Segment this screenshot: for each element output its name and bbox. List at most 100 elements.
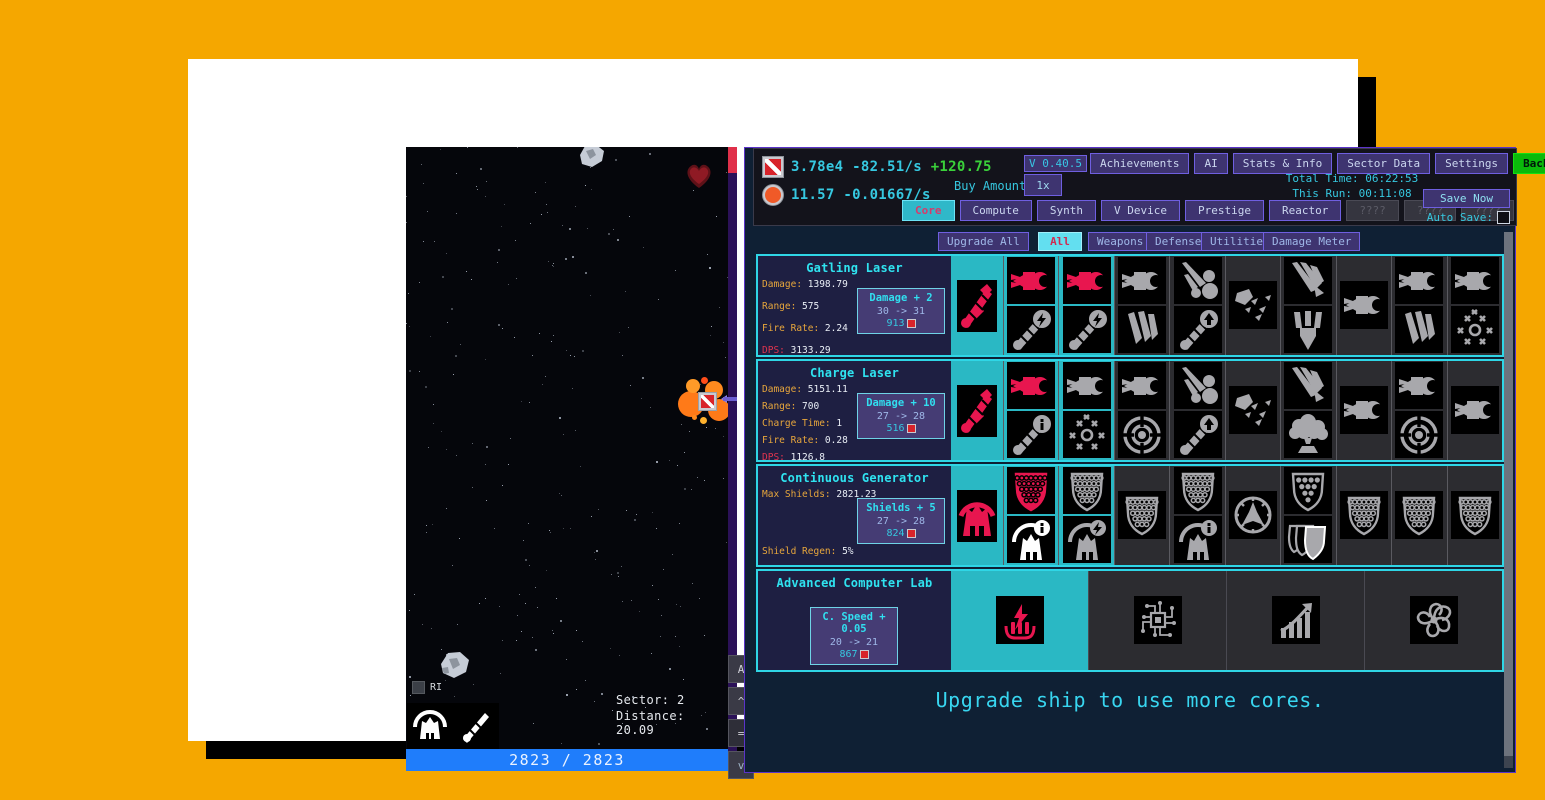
tab-prestige[interactable]: Prestige <box>1184 200 1264 221</box>
module-grid[interactable] <box>1003 256 1502 355</box>
laser-blast-grey-icon[interactable] <box>1450 257 1499 304</box>
vortex-icon[interactable] <box>1409 595 1458 644</box>
rifle-arrow-icon[interactable] <box>1173 306 1222 353</box>
ship-trail-icon[interactable] <box>1228 385 1277 434</box>
laser-blast-grey-icon[interactable] <box>1339 280 1388 329</box>
module-column[interactable] <box>1280 361 1336 460</box>
upgrade-rows[interactable]: Gatling Laser Damage: 1398.79 Range: 575 Fi… <box>756 254 1504 674</box>
laser-blast-grey-icon[interactable] <box>1450 385 1499 434</box>
module-column[interactable] <box>1335 256 1392 355</box>
growth-chart-icon[interactable] <box>1271 595 1320 644</box>
upgrade-button[interactable]: Damage + 2 30 -> 31 913 <box>857 288 945 334</box>
explosion-cloud-icon[interactable] <box>1284 411 1333 458</box>
rifle-lightning-icon[interactable] <box>1062 306 1111 353</box>
module-column[interactable] <box>1113 466 1170 565</box>
save-now-button[interactable]: Save Now <box>1423 189 1510 208</box>
module-column[interactable] <box>1003 466 1059 565</box>
tab-synth[interactable]: Synth <box>1036 200 1096 221</box>
meteor-shower-icon[interactable] <box>1173 257 1222 304</box>
module-column[interactable] <box>1224 256 1281 355</box>
rifle-info-icon[interactable] <box>1007 411 1056 458</box>
laser-blast-grey-icon[interactable] <box>1062 362 1111 409</box>
shield-grey-icon[interactable] <box>1339 490 1388 539</box>
module-column[interactable] <box>1391 361 1447 460</box>
ship-arc-info-icon[interactable] <box>1173 516 1222 563</box>
laser-blast-grey-icon[interactable] <box>1395 257 1444 304</box>
game-viewport[interactable]: Sector: 2 Distance: 20.09 <box>406 147 728 771</box>
diagonal-strike-icon[interactable] <box>1284 257 1333 304</box>
module-column[interactable] <box>1113 256 1170 355</box>
buy-amount-button[interactable]: 1x <box>1024 174 1062 196</box>
nav-achievements[interactable]: Achievements <box>1090 153 1190 174</box>
laser-blast-red-icon[interactable] <box>1007 257 1056 304</box>
tab-core[interactable]: Core <box>902 200 955 221</box>
target-ring-icon[interactable] <box>1118 411 1167 458</box>
module-column[interactable] <box>1446 361 1502 460</box>
module-grid[interactable] <box>1003 361 1502 460</box>
module-column[interactable] <box>1003 361 1059 460</box>
filter-weapons[interactable]: Weapons <box>1088 232 1153 251</box>
lab-column[interactable] <box>1364 571 1502 670</box>
module-column[interactable] <box>1446 466 1502 565</box>
upgrade-button[interactable]: Shields + 5 27 -> 28 824 <box>857 498 945 544</box>
module-column[interactable] <box>1169 256 1225 355</box>
module-column[interactable] <box>1280 466 1336 565</box>
scrollbar-thumb[interactable] <box>1504 232 1513 756</box>
module-column[interactable] <box>1113 361 1170 460</box>
row-main-icon-slot[interactable] <box>951 361 1003 460</box>
rifle-lightning-icon[interactable] <box>1007 306 1056 353</box>
tab-reactor[interactable]: Reactor <box>1268 200 1342 221</box>
filter-all[interactable]: All <box>1038 232 1082 251</box>
shield-grey-icon[interactable] <box>1450 490 1499 539</box>
module-column[interactable] <box>1391 466 1447 565</box>
equipped-weapon-slot[interactable] <box>453 703 499 749</box>
scatter-burst-icon[interactable] <box>1450 306 1499 353</box>
filter-bar[interactable]: Upgrade All All Weapons Defense Utilities D… <box>745 232 1515 252</box>
shield-grey-icon[interactable] <box>1062 467 1111 514</box>
tab-v-device[interactable]: V Device <box>1100 200 1180 221</box>
ship-gear-icon[interactable] <box>1228 490 1277 539</box>
module-column[interactable] <box>1335 466 1392 565</box>
upgrade-button[interactable]: Damage + 10 27 -> 28 516 <box>857 393 945 439</box>
laser-blast-red-icon[interactable] <box>1062 257 1111 304</box>
triple-slash-icon[interactable] <box>1395 306 1444 353</box>
capacitor-red-icon[interactable] <box>995 595 1044 644</box>
module-column[interactable] <box>1391 256 1447 355</box>
enemy-unit[interactable] <box>698 392 717 411</box>
scatter-burst-icon[interactable] <box>1062 411 1111 458</box>
laser-blast-grey-icon[interactable] <box>1118 362 1167 409</box>
module-column[interactable] <box>1280 256 1336 355</box>
ship-arc-lightning-icon[interactable] <box>1062 516 1111 563</box>
laser-blast-red-icon[interactable] <box>1007 362 1056 409</box>
module-column[interactable] <box>1169 361 1225 460</box>
module-column[interactable] <box>1224 466 1281 565</box>
module-column[interactable] <box>1446 256 1502 355</box>
module-column[interactable] <box>1058 361 1114 460</box>
auto-save-checkbox[interactable] <box>1497 211 1510 224</box>
equipped-items[interactable] <box>407 703 499 749</box>
rifle-arrow-icon[interactable] <box>1173 411 1222 458</box>
laser-blast-grey-icon[interactable] <box>1118 257 1167 304</box>
module-column[interactable] <box>1224 361 1281 460</box>
damage-meter-button[interactable]: Damage Meter <box>1263 232 1361 251</box>
auto-save-row[interactable]: Auto Save: <box>1423 211 1510 224</box>
tab-compute[interactable]: Compute <box>959 200 1032 221</box>
lab-column[interactable] <box>951 571 1088 670</box>
lab-column[interactable] <box>1226 571 1364 670</box>
meteor-shower-icon[interactable] <box>1173 362 1222 409</box>
laser-blast-grey-icon[interactable] <box>1395 362 1444 409</box>
diagonal-strike-icon[interactable] <box>1284 362 1333 409</box>
panel-scrollbar[interactable] <box>1504 232 1513 768</box>
down-impact-icon[interactable] <box>1284 306 1333 353</box>
row-main-icon-slot[interactable] <box>951 256 1003 355</box>
backup-button[interactable]: Backup <box>1513 153 1545 174</box>
triple-slash-icon[interactable] <box>1118 306 1167 353</box>
shield-red-icon[interactable] <box>1007 467 1056 514</box>
laser-blast-grey-icon[interactable] <box>1339 385 1388 434</box>
lab-column-grid[interactable] <box>951 571 1502 670</box>
shield-grey-icon[interactable] <box>1395 490 1444 539</box>
shield-grey-icon[interactable] <box>1173 467 1222 514</box>
module-grid[interactable] <box>1003 466 1502 565</box>
module-column[interactable] <box>1169 466 1225 565</box>
module-column[interactable] <box>1058 466 1114 565</box>
